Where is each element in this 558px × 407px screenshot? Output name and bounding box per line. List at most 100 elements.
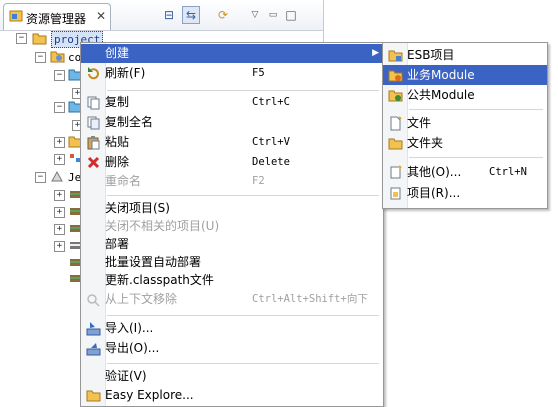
- menu-item-rename: 重命名 F2: [81, 172, 383, 191]
- menu-item-create[interactable]: 创建 ▶: [81, 44, 383, 63]
- module-icon: [50, 51, 65, 63]
- explorer-icon: [9, 10, 23, 22]
- menu-item-label: ESB项目: [407, 48, 455, 62]
- copy-fullname-icon: [87, 116, 100, 130]
- menu-item-label: 文件夹: [407, 136, 444, 150]
- menu-separator: [107, 363, 379, 364]
- maximize-icon[interactable]: □: [282, 6, 300, 24]
- submenu-arrow-icon: ▶: [372, 48, 379, 58]
- expand-toggle[interactable]: +: [54, 137, 65, 148]
- menu-item-export[interactable]: 导出(O)...: [81, 339, 383, 358]
- menu-item-label: 粘贴: [105, 135, 130, 149]
- refresh-icon: [88, 67, 99, 80]
- expand-toggle[interactable]: +: [54, 224, 65, 235]
- menu-item-label: 重命名: [105, 174, 142, 188]
- sync-icon[interactable]: ⟳: [214, 6, 232, 24]
- menu-item-label: 导出(O)...: [105, 341, 160, 355]
- menu-item-copy-fullname[interactable]: 复制全名: [81, 113, 383, 132]
- menu-item-shortcut: Ctrl+N: [489, 166, 527, 178]
- other-icon: [390, 165, 402, 179]
- menu-item-label: 验证(V): [105, 369, 147, 383]
- menu-item-label: 关闭不相关的项目(U): [105, 219, 220, 233]
- import-icon: [86, 322, 101, 336]
- expand-toggle[interactable]: +: [54, 207, 65, 218]
- close-icon[interactable]: ✕: [96, 9, 106, 23]
- copy-icon: [87, 96, 100, 110]
- export-icon: [86, 343, 101, 356]
- menu-item-paste[interactable]: 粘贴 Ctrl+V: [81, 133, 383, 152]
- delete-icon: [87, 156, 100, 169]
- esb-project-icon: [388, 50, 403, 62]
- common-module-icon: [388, 90, 403, 102]
- business-module-icon: [388, 70, 403, 82]
- menu-separator: [107, 195, 379, 196]
- menu-item-label: 从上下文移除: [105, 292, 178, 306]
- menu-item-delete[interactable]: 删除 Delete: [81, 153, 383, 172]
- link-with-editor-icon[interactable]: ⇆: [182, 6, 200, 24]
- menu-separator: [409, 157, 543, 158]
- menu-item-refresh[interactable]: 刷新(F) F5: [81, 64, 383, 83]
- menu-item-label: 部署: [105, 237, 130, 251]
- expand-toggle[interactable]: +: [54, 154, 65, 165]
- menu-item-close-project[interactable]: 关闭项目(S): [81, 199, 383, 218]
- menu-item-label: 其他(O)...: [407, 165, 462, 179]
- project-icon: [390, 187, 401, 200]
- menu-item-validate[interactable]: 验证(V): [81, 367, 383, 386]
- menu-item-label: 复制全名: [105, 115, 154, 129]
- view-title: 资源管理器: [26, 12, 87, 26]
- menu-item-shortcut: Delete: [252, 156, 290, 168]
- menu-item-copy[interactable]: 复制 Ctrl+C: [81, 93, 383, 112]
- file-icon: [390, 116, 402, 131]
- menu-separator: [107, 315, 379, 316]
- folder-icon: [388, 138, 403, 150]
- context-menu: 创建 ▶ 刷新(F) F5 复制 Ctrl+C 复制全名 粘贴 Ctrl+V 删…: [80, 42, 384, 407]
- menu-item-label: 关闭项目(S): [105, 201, 170, 215]
- menu-item-label: 删除: [105, 155, 130, 169]
- paste-icon: [87, 136, 100, 150]
- folder-icon: [86, 390, 101, 402]
- menu-item-batch-auto-deploy[interactable]: 批量设置自动部署: [81, 253, 383, 272]
- menu-item-label: 业务Module: [407, 68, 475, 82]
- menu-item-remove-from-context: 从上下文移除 Ctrl+Alt+Shift+向下: [81, 290, 383, 309]
- expand-toggle[interactable]: +: [54, 190, 65, 201]
- menu-item-shortcut: F5: [252, 67, 265, 79]
- minimize-icon[interactable]: ▭: [264, 6, 282, 24]
- menu-item-label: 项目(R)...: [407, 186, 461, 200]
- library-icon: [51, 170, 63, 182]
- menu-item-shortcut: F2: [252, 175, 265, 187]
- menu-item-label: 创建: [105, 46, 130, 60]
- view-tab[interactable]: 资源管理器 ✕: [3, 3, 111, 30]
- menu-item-label: 公共Module: [407, 88, 475, 102]
- menu-item-close-unrelated: 关闭不相关的项目(U): [81, 217, 383, 236]
- menu-item-import[interactable]: 导入(I)...: [81, 319, 383, 338]
- menu-item-deploy[interactable]: 部署: [81, 235, 383, 254]
- submenu-item-folder[interactable]: 文件夹: [383, 133, 547, 153]
- menu-item-shortcut: Ctrl+Alt+Shift+向下: [252, 293, 368, 305]
- collapse-toggle[interactable]: −: [16, 33, 27, 44]
- project-folder-icon: [32, 33, 47, 45]
- view-toolbar: 资源管理器 ✕ ⊟ ⇆ ⟳ ▽ ▭ □: [0, 0, 323, 31]
- submenu-item-common-module[interactable]: 公共Module: [383, 85, 547, 105]
- menu-item-update-classpath[interactable]: 更新.classpath文件: [81, 271, 383, 290]
- submenu-item-business-module[interactable]: 业务Module: [383, 65, 547, 85]
- create-submenu: ESB项目 业务Module 公共Module 文件 文件夹 其他(O)... …: [382, 42, 548, 209]
- submenu-item-esb-project[interactable]: ESB项目: [383, 45, 547, 65]
- expand-toggle[interactable]: +: [54, 241, 65, 252]
- collapse-toggle[interactable]: −: [54, 70, 65, 81]
- collapse-all-icon[interactable]: ⊟: [160, 6, 178, 24]
- menu-separator: [409, 109, 543, 110]
- submenu-item-file[interactable]: 文件: [383, 113, 547, 133]
- menu-item-label: 文件: [407, 116, 432, 130]
- menu-item-easy-explore[interactable]: Easy Explore...: [81, 386, 383, 405]
- collapse-toggle[interactable]: −: [35, 172, 46, 183]
- collapse-toggle[interactable]: −: [54, 102, 65, 113]
- menu-item-label: 批量设置自动部署: [105, 255, 202, 269]
- menu-item-shortcut: Ctrl+C: [252, 96, 290, 108]
- menu-item-shortcut: Ctrl+V: [252, 136, 290, 148]
- menu-item-label: 刷新(F): [105, 66, 146, 80]
- view-menu-icon[interactable]: ▽: [246, 6, 264, 24]
- submenu-item-project[interactable]: 项目(R)...: [383, 183, 547, 203]
- collapse-toggle[interactable]: −: [35, 52, 46, 63]
- menu-item-label: 更新.classpath文件: [105, 273, 214, 287]
- submenu-item-other[interactable]: 其他(O)... Ctrl+N: [383, 162, 547, 182]
